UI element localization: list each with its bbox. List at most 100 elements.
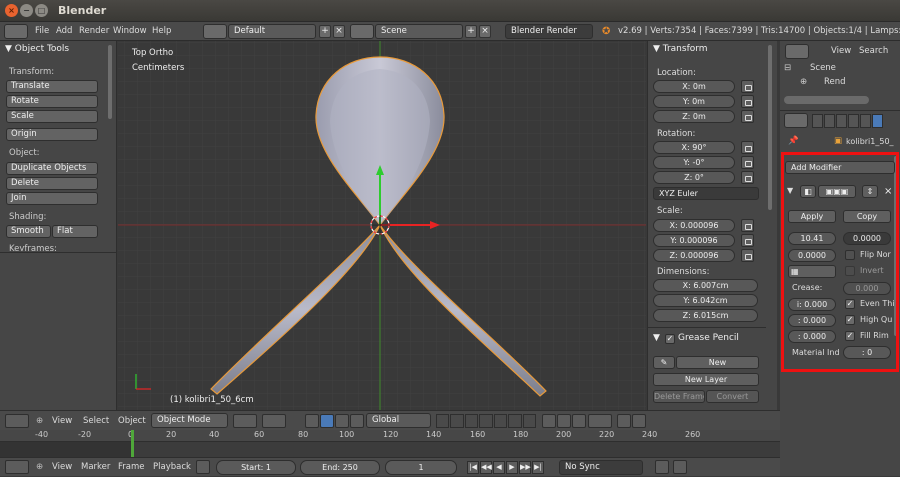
even-thickness-checkbox[interactable]: ✓ [845,299,855,309]
lock-location-z-icon[interactable] [741,110,754,123]
window-close-button[interactable]: × [5,4,18,17]
location-z-field[interactable]: Z: 0m [653,110,735,123]
outliner-view-menu[interactable]: View [831,46,851,56]
rotate-button[interactable]: Rotate [6,95,98,108]
timeline[interactable]: -40 -20 0 20 40 60 80 100 120 140 160 18… [0,430,780,457]
opengl-render-icon[interactable] [617,414,631,428]
modifier-display-toggles[interactable]: ▣▣▣ [818,185,856,198]
rotation-y-field[interactable]: Y: -0° [653,156,735,169]
dimension-x-field[interactable]: X: 6.007cm [653,279,758,292]
thickness-field[interactable]: 10.41 [788,232,836,245]
constraints-tab-icon[interactable] [860,114,871,128]
outliner-scene-item[interactable]: Scene [810,63,836,73]
scene-add-button[interactable]: + [465,25,477,38]
menu-file[interactable]: File [35,22,49,41]
add-modifier-dropdown[interactable]: Add Modifier [785,161,895,174]
properties-editor-icon[interactable] [784,113,808,128]
header-collapse-icon[interactable]: ⊕ [36,411,43,431]
jump-end-icon[interactable]: ▶| [532,461,544,474]
material-index-field[interactable]: : 0 [843,346,891,359]
dimension-z-field[interactable]: Z: 6.015cm [653,309,758,322]
menu-window[interactable]: Window [113,22,147,41]
keying-set-icon[interactable] [673,460,687,474]
rotation-x-field[interactable]: X: 90° [653,141,735,154]
vertex-group-field[interactable]: ▦ [788,265,836,278]
lock-scale-y-icon[interactable] [741,234,754,247]
origin-button[interactable]: Origin [6,128,98,141]
scale-y-field[interactable]: Y: 0.000096 [653,234,735,247]
dimension-y-field[interactable]: Y: 6.042cm [653,294,758,307]
timeline-view-menu[interactable]: View [52,458,72,477]
rotate-manipulator-icon[interactable] [335,414,349,428]
location-x-field[interactable]: X: 0m [653,80,735,93]
auto-keyframe-icon[interactable] [655,460,669,474]
viewport-editor-icon[interactable] [5,414,29,428]
scale-button[interactable]: Scale [6,110,98,123]
flip-normals-checkbox[interactable] [845,250,855,260]
lock-rotation-y-icon[interactable] [741,156,754,169]
manipulator-toggle-icon[interactable] [305,414,319,428]
layout-add-button[interactable]: + [319,25,331,38]
smooth-button[interactable]: Smooth [6,225,51,238]
grease-pencil-checkbox[interactable]: ✓ [665,334,675,344]
transform-orientation-dropdown[interactable]: Global [366,413,431,428]
lock-location-y-icon[interactable] [741,95,754,108]
modifier-remove-icon[interactable]: × [884,186,892,197]
apply-button[interactable]: Apply [788,210,836,223]
crease-outer-field[interactable]: : 0.000 [788,314,836,327]
outliner-search-menu[interactable]: Search [859,46,888,56]
viewport-shading-icon[interactable] [233,414,257,428]
play-reverse-icon[interactable]: ◀ [493,461,505,474]
scale-x-field[interactable]: X: 0.000096 [653,219,735,232]
viewport-select-menu[interactable]: Select [83,411,109,431]
invert-checkbox[interactable] [845,266,855,276]
join-button[interactable]: Join [6,192,98,205]
scale-z-field[interactable]: Z: 0.000096 [653,249,735,262]
timeline-editor-icon[interactable] [5,460,29,474]
translate-button[interactable]: Translate [6,80,98,93]
scene-remove-button[interactable]: × [479,25,491,38]
timeline-collapse-icon[interactable]: ⊕ [36,458,43,477]
lock-rotation-z-icon[interactable] [741,171,754,184]
timeline-playback-menu[interactable]: Playback [153,458,191,477]
delete-frame-button[interactable]: Delete Frame [653,390,705,403]
viewport-view-menu[interactable]: View [52,411,72,431]
lock-camera-icon[interactable] [542,414,556,428]
end-frame-field[interactable]: End: 250 [300,460,380,475]
layer-buttons[interactable] [436,414,536,428]
pin-icon[interactable]: 📌 [788,136,799,146]
grease-pencil-new-button[interactable]: New [676,356,759,369]
timeline-marker-menu[interactable]: Marker [81,458,110,477]
lock-scale-x-icon[interactable] [741,219,754,232]
3d-viewport[interactable]: Top Ortho Centimeters (1) kolibri1_50_6c… [118,41,646,410]
scene-dropdown[interactable]: Scene [375,24,463,39]
modifier-collapse-icon[interactable]: ▼ [787,186,793,195]
jump-prev-keyframe-icon[interactable]: ◀◀ [480,461,492,474]
start-frame-field[interactable]: Start: 1 [216,460,296,475]
grease-pencil-header[interactable]: Grease Pencil [678,333,739,343]
fill-rim-checkbox[interactable]: ✓ [845,331,855,341]
high-quality-normals-checkbox[interactable]: ✓ [845,315,855,325]
location-y-field[interactable]: Y: 0m [653,95,735,108]
convert-button[interactable]: Convert [706,390,759,403]
modifier-move-icon[interactable]: ⇕ [862,185,878,198]
outliner-expand-icon-2[interactable]: ⊕ [800,77,807,87]
screen-layout-dropdown[interactable]: Default [228,24,316,39]
current-frame-indicator[interactable] [131,430,134,457]
outliner-hscrollbar[interactable] [784,96,869,104]
grease-pencil-icon[interactable]: ✎ [653,356,675,369]
object-tools-header[interactable]: ▼ Object Tools [5,44,69,54]
n-panel-scrollbar[interactable] [768,45,772,210]
sync-mode-dropdown[interactable]: No Sync [559,460,643,475]
menu-add[interactable]: Add [56,22,72,41]
render-engine-dropdown[interactable]: Blender Render [505,24,593,39]
window-maximize-button[interactable]: □ [35,4,48,17]
screen-layout-icon[interactable] [203,24,227,39]
tool-shelf-scrollbar[interactable] [108,45,112,119]
flat-button[interactable]: Flat [52,225,98,238]
render-tab-icon[interactable] [812,114,823,128]
modifiers-tab-icon[interactable] [872,114,883,128]
lock-rotation-x-icon[interactable] [741,141,754,154]
scene-icon[interactable] [350,24,374,39]
offset-field[interactable]: 0.0000 [843,232,891,245]
